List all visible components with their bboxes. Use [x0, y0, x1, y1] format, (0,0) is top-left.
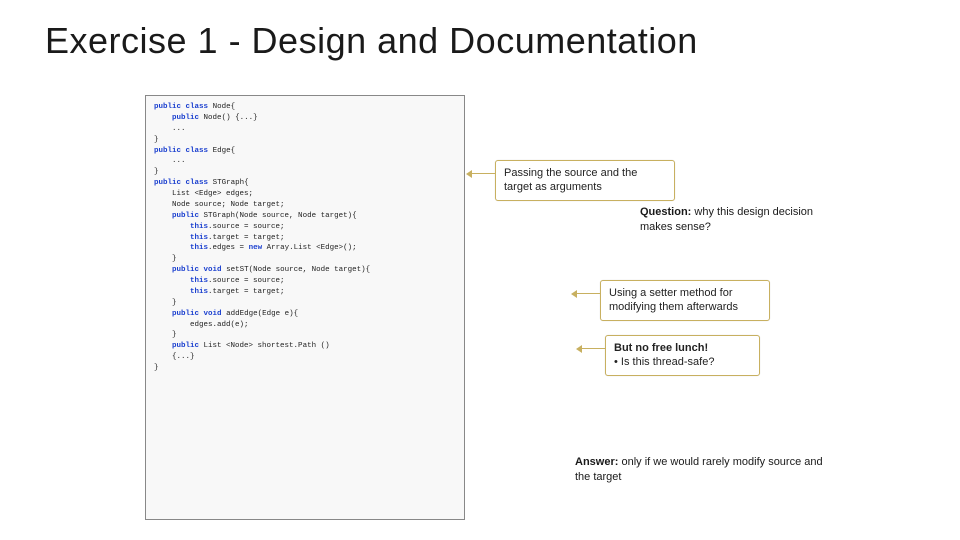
- callout-free-lunch: But no free lunch! • Is this thread-safe…: [605, 335, 760, 376]
- callout-passing-args: Passing the source and the target as arg…: [495, 160, 675, 201]
- label-answer: Answer: only if we would rarely modify s…: [575, 455, 835, 485]
- code-panel: public class Node{ public Node() {...} .…: [145, 95, 465, 520]
- page-title: Exercise 1 - Design and Documentation: [45, 20, 915, 62]
- label-question: Question: why this design decision makes…: [640, 205, 840, 235]
- callout-setter: Using a setter method for modifying them…: [600, 280, 770, 321]
